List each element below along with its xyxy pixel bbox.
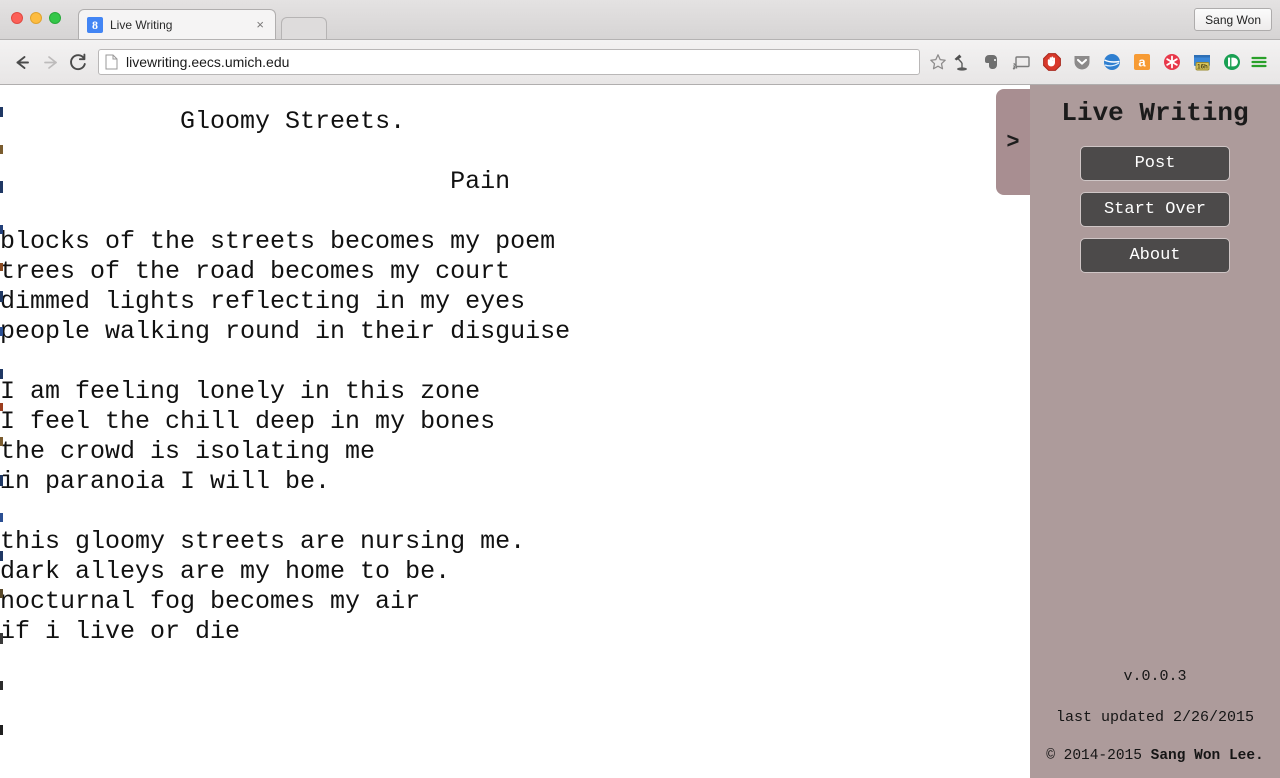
collaborator-marker-gutter [0,85,3,778]
hamburger-menu-icon[interactable] [1246,48,1272,76]
svg-text:16h: 16h [1197,63,1208,70]
sidebar-toggle-button[interactable]: > [996,89,1030,195]
evernote-elephant-icon[interactable] [978,48,1006,76]
start-over-button-label: Start Over [1103,200,1207,219]
address-bar[interactable]: livewriting.eecs.umich.edu [98,49,920,75]
page-document-icon [105,54,118,70]
browser-tab-live-writing[interactable]: 8 Live Writing × [78,9,276,39]
extensions-bar: a 16h [948,48,1246,76]
browser-toolbar: livewriting.eecs.umich.edu a 16h [0,40,1280,85]
maximize-window-button[interactable] [49,12,61,24]
bookmark-star-icon[interactable] [928,53,948,71]
adblock-stop-hand-icon[interactable] [1038,48,1066,76]
collaborator-marker [0,369,3,379]
tab-snooze-16h-icon[interactable]: 16h [1188,48,1216,76]
browser-titlebar: 8 Live Writing × Sang Won [0,0,1280,40]
favicon-icon: 8 [87,16,103,33]
collaborator-marker [0,437,3,446]
close-window-button[interactable] [11,12,23,24]
last-updated-label: last updated 2/26/2015 [1055,709,1255,726]
poem-title-line: Gloomy Streets. [0,107,406,136]
live-writing-sidebar: > Live Writing Post Start Over About v.0… [996,85,1280,778]
post-button-label: Post [1134,154,1176,173]
collaborator-marker [0,263,3,271]
copyright-author: Sang Won Lee. [1150,748,1264,764]
collaborator-marker [0,681,3,690]
forward-button[interactable] [36,48,64,76]
version-label: v.0.0.3 [1123,668,1187,685]
collaborator-marker [0,589,3,598]
collaborator-marker [0,513,3,522]
sidebar-footer: v.0.0.3 last updated 2/26/2015 © 2014-20… [1030,669,1280,778]
tab-title: Live Writing [110,17,173,32]
collaborator-marker [0,291,3,302]
collaborator-marker [0,633,3,644]
sidebar-title: Live Writing [1061,98,1249,128]
collaborator-marker [0,327,3,336]
back-button[interactable] [8,48,36,76]
close-tab-icon[interactable]: × [253,18,267,31]
window-controls [11,12,61,24]
tab-strip: 8 Live Writing × [78,9,327,39]
post-button[interactable]: Post [1080,146,1230,181]
new-tab-button[interactable] [281,17,327,39]
reload-button[interactable] [64,48,92,76]
poem-stanza-2: I am feeling lonely in this zone I feel … [0,377,496,496]
profile-label: Sang Won [1205,12,1261,27]
copyright-label: © 2014-2015 Sang Won Lee. [1030,749,1280,764]
start-over-button[interactable]: Start Over [1080,192,1230,227]
url-text: livewriting.eecs.umich.edu [126,54,290,70]
about-button[interactable]: About [1080,238,1230,273]
chevron-right-icon: > [1006,129,1020,155]
minimize-window-button[interactable] [30,12,42,24]
amazon-a-icon[interactable]: a [1128,48,1156,76]
poem-subtitle-line: Pain [0,167,511,196]
collaborator-marker [0,403,3,411]
poem-stanza-1: blocks of the streets becomes my poem tr… [0,227,571,346]
poem-stanza-3: this gloomy streets are nursing me. dark… [0,527,526,646]
poem-text[interactable]: Gloomy Streets. Pain blocks of the stree… [0,85,1030,647]
pushbullet-green-icon[interactable] [1218,48,1246,76]
asterisk-red-icon[interactable] [1158,48,1186,76]
sidebar-actions: Post Start Over About [1030,146,1280,273]
document-area[interactable]: Gloomy Streets. Pain blocks of the stree… [0,85,1030,778]
copyright-prefix: © 2014-2015 [1046,748,1151,764]
collaborator-marker [0,475,3,486]
collaborator-marker [0,145,3,154]
globe-blue-icon[interactable] [1098,48,1126,76]
about-button-label: About [1129,246,1181,265]
svg-text:a: a [1138,55,1146,70]
collaborator-marker [0,725,3,735]
poem-container: Gloomy Streets. Pain blocks of the stree… [0,85,1030,647]
collaborator-marker [0,551,3,561]
collaborator-marker [0,225,3,234]
page-viewport: Gloomy Streets. Pain blocks of the stree… [0,85,1280,778]
cast-screen-icon[interactable] [1008,48,1036,76]
browser-window: 8 Live Writing × Sang Won livewriting.ee… [0,0,1280,778]
pocket-chevron-icon[interactable] [1068,48,1096,76]
profile-button[interactable]: Sang Won [1194,8,1272,31]
desk-lamp-icon[interactable] [948,48,976,76]
collaborator-marker [0,181,3,193]
collaborator-marker [0,107,3,117]
